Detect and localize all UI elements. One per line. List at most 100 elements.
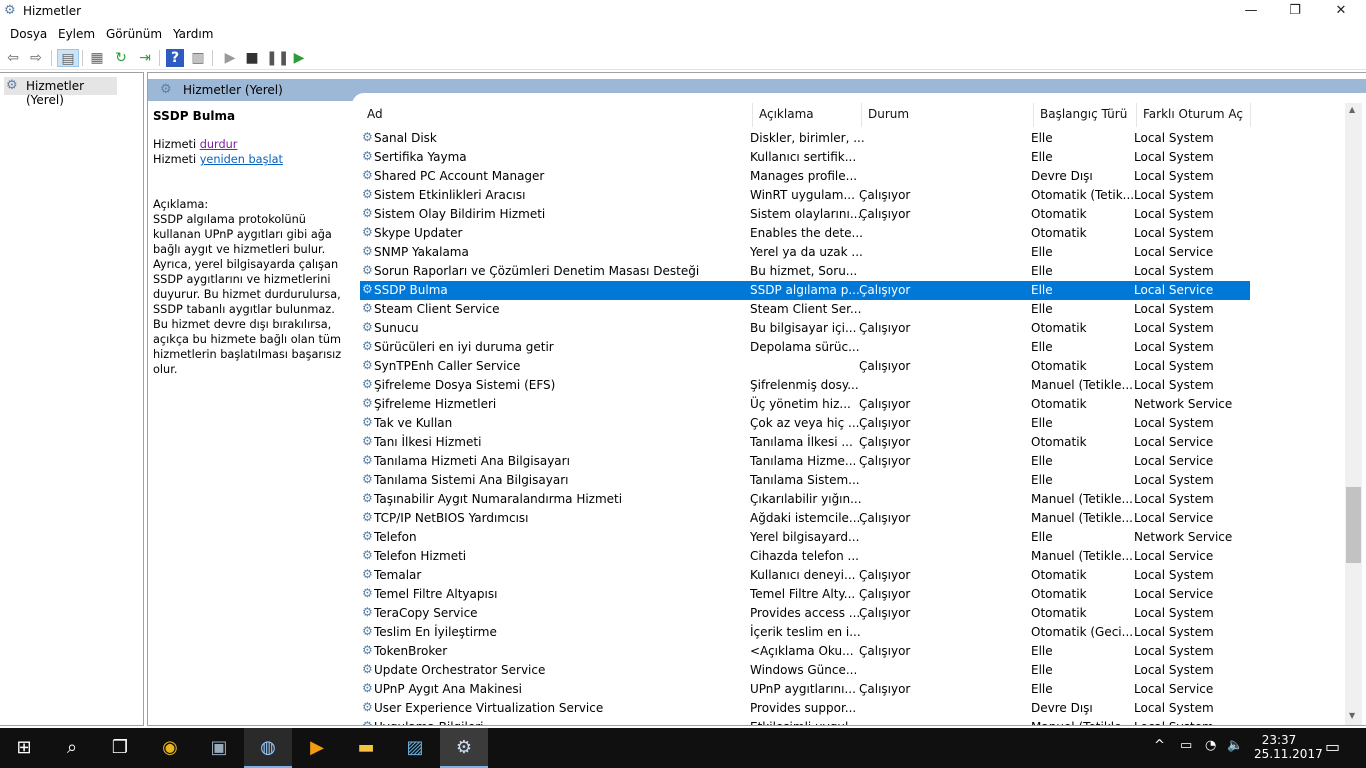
battery-icon[interactable]: ▭ [1180, 738, 1192, 753]
service-row[interactable]: ⚙ Sistem Olay Bildirim Hizmeti Sistem olay… [360, 205, 1250, 224]
volume-icon[interactable]: 🔈 [1227, 738, 1243, 753]
task-view-icon[interactable]: ❐ [96, 728, 144, 768]
column-header-description[interactable]: Açıklama [759, 107, 814, 121]
cell-name: SNMP Yakalama [374, 245, 469, 259]
service-row[interactable]: ⚙ Tanılama Hizmeti Ana Bilgisayarı Tanılam… [360, 452, 1250, 471]
chrome-icon[interactable]: ◉ [146, 728, 194, 768]
maximize-button[interactable]: ❐ [1272, 0, 1318, 22]
search-icon[interactable]: ⌕ [48, 728, 96, 768]
service-row[interactable]: ⚙ User Experience Virtualization Service P… [360, 699, 1250, 718]
service-row[interactable]: ⚙ Şifreleme Dosya Sistemi (EFS) Şifrelenmi… [360, 376, 1250, 395]
restart-service-link[interactable]: yeniden başlat [200, 153, 283, 166]
menu-dosya[interactable]: Dosya [10, 27, 47, 41]
cell-name: Shared PC Account Manager [374, 169, 545, 183]
cell-startup-type: Elle [1031, 131, 1053, 145]
cell-description: Bu bilgisayar içi... [750, 321, 857, 335]
show-hide-tree-icon[interactable]: ▤ [57, 49, 79, 67]
cell-log-on-as: Local System [1134, 644, 1214, 658]
service-row[interactable]: ⚙ Telefon Yerel bilgisayard... Elle Network … [360, 528, 1250, 547]
start-icon[interactable]: ▶ [221, 49, 239, 67]
service-row[interactable]: ⚙ Şifreleme Hizmetleri Üç yönetim hiz... Ça… [360, 395, 1250, 414]
service-row[interactable]: ⚙ Sorun Raporları ve Çözümleri Denetim Ma… [360, 262, 1250, 281]
export-icon[interactable]: ⇥ [136, 49, 154, 67]
scrollbar-thumb[interactable] [1346, 487, 1361, 563]
service-row[interactable]: ⚙ Sunucu Bu bilgisayar içi... Çalışıyor Otom… [360, 319, 1250, 338]
service-row[interactable]: ⚙ Tanı İlkesi Hizmeti Tanılama İlkesi ... Ç… [360, 433, 1250, 452]
scroll-up-icon[interactable]: ▲ [1349, 105, 1355, 114]
refresh-icon[interactable]: ↻ [112, 49, 130, 67]
column-header-status[interactable]: Durum [868, 107, 909, 121]
cell-startup-type: Elle [1031, 264, 1053, 278]
service-row[interactable]: ⚙ TCP/IP NetBIOS Yardımcısı Ağdaki istemci… [360, 509, 1250, 528]
service-row[interactable]: ⚙ SynTPEnh Caller Service Çalışıyor Otomati… [360, 357, 1250, 376]
scroll-down-icon[interactable]: ▼ [1349, 711, 1355, 720]
service-gear-icon: ⚙ [362, 586, 373, 600]
close-button[interactable]: ✕ [1318, 0, 1364, 22]
service-row[interactable]: ⚙ Teslim En İyileştirme İçerik teslim en i… [360, 623, 1250, 642]
file-explorer-icon[interactable]: ▬ [342, 728, 390, 768]
cell-description: İçerik teslim en i... [750, 625, 861, 639]
cell-description: Yerel bilgisayard... [750, 530, 860, 544]
cell-log-on-as: Local Service [1134, 283, 1214, 297]
photos-icon[interactable]: ▣ [195, 728, 243, 768]
service-row[interactable]: ⚙ Update Orchestrator Service Windows Günc… [360, 661, 1250, 680]
service-row[interactable]: ⚙Uygulama Bilgileri Etkileşimli uygul... M… [360, 718, 1250, 725]
service-row[interactable]: ⚙ Sanal Disk Diskler, birimler, ... Elle Loc… [360, 129, 1250, 148]
show-hidden-icons-chevron-icon[interactable]: ^ [1154, 738, 1165, 753]
column-header-name[interactable]: Ad [367, 107, 383, 121]
services-icon[interactable]: ⚙ [440, 728, 488, 768]
cell-name: Sürücüleri en iyi duruma getir [374, 340, 554, 354]
cell-status: Çalışıyor [859, 587, 911, 601]
service-row[interactable]: ⚙ Taşınabilir Aygıt Numaralandırma Hizmet… [360, 490, 1250, 509]
service-row[interactable]: ⚙ Steam Client Service Steam Client Ser...… [360, 300, 1250, 319]
column-header-log-on-as[interactable]: Farklı Oturum Aç [1143, 107, 1243, 121]
service-gear-icon: ⚙ [362, 263, 373, 277]
menu-yardim[interactable]: Yardım [173, 27, 213, 41]
service-row[interactable]: ⚙ Telefon Hizmeti Cihazda telefon ... Manue… [360, 547, 1250, 566]
service-row[interactable]: ⚙ Tak ve Kullan Çok az veya hiç ... Çalışıy… [360, 414, 1250, 433]
column-header-startup-type[interactable]: Başlangıç Türü [1040, 107, 1127, 121]
stop-service-link[interactable]: durdur [200, 138, 238, 151]
cell-description: Kullanıcı deneyi... [750, 568, 856, 582]
console-icon[interactable]: ▥ [189, 49, 207, 67]
service-row[interactable]: ⚙ Skype Updater Enables the dete... Otomati… [360, 224, 1250, 243]
menu-eylem[interactable]: Eylem [58, 27, 95, 41]
service-row[interactable]: ⚙ Tanılama Sistemi Ana Bilgisayarı Tanılam… [360, 471, 1250, 490]
pause-icon[interactable]: ❚❚ [266, 49, 289, 67]
service-row[interactable]: ⚙ Temalar Kullanıcı deneyi... Çalışıyor Otom… [360, 566, 1250, 585]
back-icon[interactable]: ⇦ [4, 49, 22, 67]
resume-icon[interactable]: ▶ [290, 49, 308, 67]
vertical-scrollbar[interactable]: ▲ ▼ [1345, 103, 1362, 725]
service-gear-icon: ⚙ [362, 206, 373, 220]
start-windows-icon[interactable]: ⊞ [0, 728, 48, 768]
cell-status: Çalışıyor [859, 568, 911, 582]
service-row[interactable]: ⚙ Temel Filtre Altyapısı Temel Filtre Alty… [360, 585, 1250, 604]
cell-startup-type: Manuel (Tetikle... [1031, 492, 1133, 506]
image-viewer-icon[interactable]: ▨ [391, 728, 439, 768]
media-player-icon[interactable]: ▶ [293, 728, 341, 768]
service-row[interactable]: ⚙ Sertifika Yayma Kullanıcı sertifik... Ell… [360, 148, 1250, 167]
service-row[interactable]: ⚙ Sistem Etkinlikleri Aracısı WinRT uygula… [360, 186, 1250, 205]
service-row[interactable]: ⚙ TokenBroker <Açıklama Oku... Çalışıyor Ell… [360, 642, 1250, 661]
service-row[interactable]: ⚙ SNMP Yakalama Yerel ya da uzak ... Elle Lo… [360, 243, 1250, 262]
stop-icon[interactable]: ■ [243, 49, 261, 67]
clock[interactable]: 23:37 25.11.2017 [1254, 733, 1323, 761]
help-icon[interactable]: ? [166, 49, 184, 67]
forward-icon[interactable]: ⇨ [27, 49, 45, 67]
service-row[interactable]: ⚙ Sürücüleri en iyi duruma getir Depolama … [360, 338, 1250, 357]
service-row[interactable]: ⚙ UPnP Aygıt Ana Makinesi UPnP aygıtlarını… [360, 680, 1250, 699]
wifi-icon[interactable]: ◔ [1205, 738, 1216, 753]
properties-icon[interactable]: ▦ [88, 49, 106, 67]
steam-icon[interactable]: ◍ [244, 728, 292, 768]
service-row[interactable]: ⚙ SSDP Bulma SSDP algılama p... Çalışıyor El… [360, 281, 1250, 300]
tree-item-services-local[interactable]: ⚙ Hizmetler (Yerel) [4, 77, 117, 107]
minimize-button[interactable]: — [1228, 0, 1274, 22]
action-center-icon[interactable]: ▭ [1325, 737, 1340, 756]
service-row[interactable]: ⚙ Shared PC Account Manager Manages profil… [360, 167, 1250, 186]
cell-startup-type: Devre Dışı [1031, 169, 1093, 183]
service-row[interactable]: ⚙ TeraCopy Service Provides access ... Çalı… [360, 604, 1250, 623]
service-gear-icon: ⚙ [362, 339, 373, 353]
menu-gorunum[interactable]: Görünüm [106, 27, 162, 41]
cell-description: Tanılama Sistem... [750, 473, 860, 487]
services-list[interactable]: Ad ^ Açıklama Durum Başlangıç Türü Farkl… [352, 103, 1345, 725]
